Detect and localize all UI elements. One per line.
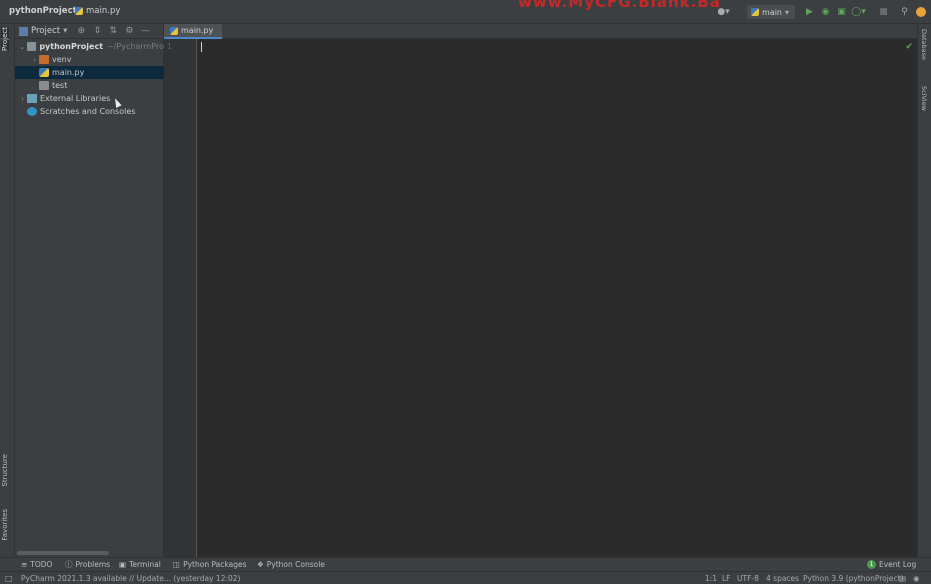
project-tool-tab[interactable]: Project bbox=[1, 27, 9, 51]
tree-node-root-label: pythonProject bbox=[39, 42, 104, 51]
editor-tab-bar: main.py bbox=[164, 24, 917, 39]
tree-node-venv[interactable]: › venv bbox=[15, 53, 164, 66]
problems-icon: ⓘ bbox=[65, 560, 73, 569]
tool-tab-event-log-label: Event Log bbox=[879, 560, 917, 569]
console-icon: ❖ bbox=[257, 560, 264, 569]
line-separator[interactable]: LF bbox=[722, 574, 731, 583]
tree-node-main-label: main.py bbox=[52, 68, 85, 77]
tree-node-root-path: ~/PycharmPro bbox=[107, 42, 164, 51]
title-bar: pythonProject › main.py www.MyCFG.Blank.… bbox=[0, 0, 931, 24]
python-file-icon bbox=[39, 68, 49, 77]
tool-tab-todo-label: TODO bbox=[30, 560, 53, 569]
search-icon[interactable]: ⚲ bbox=[898, 5, 911, 18]
line-number-gutter: 1 bbox=[164, 39, 197, 557]
sciview-tool-tab[interactable]: SciView bbox=[920, 86, 928, 111]
breadcrumb-file[interactable]: main.py bbox=[75, 6, 120, 16]
project-view-select[interactable]: Project ▾ bbox=[19, 26, 67, 36]
tool-tab-python-packages-label: Python Packages bbox=[183, 560, 247, 569]
tool-tab-terminal-label: Terminal bbox=[129, 560, 161, 569]
tree-node-venv-label: venv bbox=[52, 55, 72, 64]
line-number: 1 bbox=[167, 42, 172, 51]
indent-setting[interactable]: 4 spaces bbox=[766, 574, 799, 583]
breadcrumb-separator: › bbox=[67, 6, 71, 16]
debug-icon[interactable]: ◉ bbox=[819, 5, 832, 18]
toggle-tool-windows-icon[interactable]: □ bbox=[5, 574, 13, 583]
tree-node-test-label: test bbox=[52, 81, 68, 90]
update-icon[interactable] bbox=[914, 5, 927, 18]
tree-node-external-libraries[interactable]: › External Libraries bbox=[15, 92, 164, 105]
chevron-right-icon[interactable]: › bbox=[30, 56, 39, 64]
chevron-down-icon: ▾ bbox=[785, 7, 790, 17]
tool-tab-python-packages[interactable]: ◫ Python Packages bbox=[173, 560, 246, 569]
run-icon[interactable]: ▶ bbox=[803, 5, 816, 18]
project-panel: Project ▾ ⊕ ⇕ ⇅ ⚙ — ⌄ pythonProject ~/Py… bbox=[15, 24, 164, 557]
tool-tab-python-console[interactable]: ❖ Python Console bbox=[257, 560, 325, 569]
notifications-icon[interactable]: ◉ bbox=[913, 574, 920, 583]
expand-all-icon[interactable]: ⇕ bbox=[91, 25, 103, 37]
user-icon[interactable]: ●▾ bbox=[717, 5, 730, 18]
tree-node-root[interactable]: ⌄ pythonProject ~/PycharmPro bbox=[15, 40, 164, 53]
project-icon bbox=[19, 26, 28, 36]
locate-icon[interactable]: ⊕ bbox=[75, 25, 87, 37]
folder-icon bbox=[39, 55, 49, 64]
text-caret bbox=[201, 42, 202, 52]
gear-icon[interactable]: ⚙ bbox=[123, 25, 135, 37]
tree-node-external-label: External Libraries bbox=[40, 94, 111, 103]
status-bar: □ PyCharm 2021.1.3 available // Update..… bbox=[0, 571, 931, 584]
chevron-right-icon[interactable]: › bbox=[18, 95, 27, 103]
tool-tab-todo[interactable]: ≡ TODO bbox=[21, 560, 52, 569]
tree-node-scratches[interactable]: Scratches and Consoles bbox=[15, 105, 164, 118]
right-tool-strip: Database SciView bbox=[917, 24, 931, 557]
tool-tab-python-console-label: Python Console bbox=[266, 560, 325, 569]
python-interpreter[interactable]: Python 3.9 (pythonProject) bbox=[803, 574, 903, 583]
project-tree: ⌄ pythonProject ~/PycharmPro › venv main… bbox=[15, 40, 164, 118]
tree-node-scratches-label: Scratches and Consoles bbox=[40, 107, 136, 116]
breadcrumb-file-label: main.py bbox=[86, 6, 121, 16]
folder-icon bbox=[26, 42, 37, 51]
terminal-icon: ▣ bbox=[119, 560, 127, 569]
run-configuration-label: main bbox=[762, 7, 782, 17]
tab-main-py[interactable]: main.py bbox=[164, 24, 222, 39]
favorites-tool-tab[interactable]: Favorites bbox=[1, 509, 9, 541]
file-encoding[interactable]: UTF-8 bbox=[737, 574, 759, 583]
coverage-icon[interactable]: ▣ bbox=[835, 5, 848, 18]
status-message[interactable]: PyCharm 2021.1.3 available // Update... … bbox=[21, 574, 240, 583]
stop-icon[interactable]: ■ bbox=[877, 5, 890, 18]
database-tool-tab[interactable]: Database bbox=[920, 29, 928, 60]
chevron-down-icon[interactable]: ⌄ bbox=[18, 43, 27, 51]
tool-tab-problems[interactable]: ⓘ Problems bbox=[65, 559, 110, 570]
bottom-tool-bar: ≡ TODO ⓘ Problems ▣ Terminal ◫ Python Pa… bbox=[0, 557, 931, 571]
hide-icon[interactable]: — bbox=[139, 25, 151, 37]
caret-position[interactable]: 1:1 bbox=[705, 574, 717, 583]
project-panel-header: Project ▾ ⊕ ⇕ ⇅ ⚙ — bbox=[15, 24, 163, 39]
library-icon bbox=[27, 94, 37, 103]
tree-node-main-py[interactable]: main.py bbox=[15, 66, 164, 79]
python-file-icon bbox=[170, 26, 178, 35]
run-configuration-select[interactable]: main ▾ bbox=[747, 5, 795, 19]
tool-tab-problems-label: Problems bbox=[75, 560, 111, 569]
package-icon: ◫ bbox=[173, 560, 181, 569]
event-count-badge: 1 bbox=[867, 560, 876, 569]
tool-tab-event-log[interactable]: 1 Event Log bbox=[867, 560, 916, 569]
scratches-icon bbox=[27, 107, 37, 116]
profile-icon[interactable]: ◯▾ bbox=[851, 5, 866, 18]
watermark-banner: www.MyCFG.Blank.Ba bbox=[518, 0, 721, 11]
tool-tab-terminal[interactable]: ▣ Terminal bbox=[119, 560, 161, 569]
collapse-all-icon[interactable]: ⇅ bbox=[107, 25, 119, 37]
python-file-icon bbox=[75, 7, 83, 15]
tab-main-py-label: main.py bbox=[181, 26, 214, 35]
horizontal-scrollbar[interactable] bbox=[17, 551, 109, 555]
python-icon bbox=[751, 8, 759, 16]
inspection-ok-icon[interactable]: ✔ bbox=[905, 42, 913, 52]
chevron-down-icon: ▾ bbox=[63, 26, 68, 36]
left-tool-strip: Project Structure Favorites bbox=[0, 24, 15, 557]
lock-icon[interactable]: ▤ bbox=[899, 574, 906, 583]
structure-tool-tab[interactable]: Structure bbox=[1, 454, 9, 487]
list-icon: ≡ bbox=[21, 560, 28, 569]
code-editor[interactable]: ✔ bbox=[198, 39, 917, 557]
text-file-icon bbox=[39, 81, 49, 90]
tree-node-test[interactable]: test bbox=[15, 79, 164, 92]
project-view-label: Project bbox=[31, 26, 61, 36]
